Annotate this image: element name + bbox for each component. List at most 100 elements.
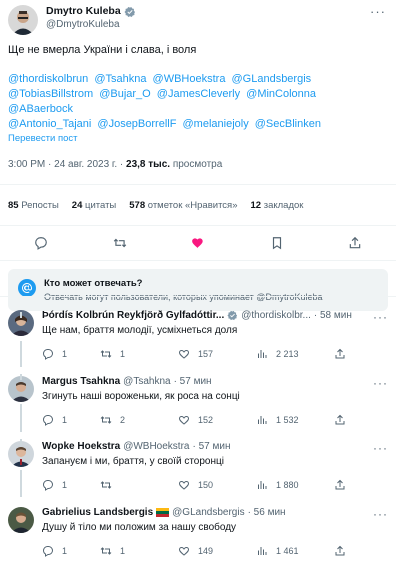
reply-author-name[interactable]: Þórdís Kolbrún Reykfjörð Gylfadóttir... bbox=[42, 310, 224, 321]
reply[interactable]: Gabrielius Landsbergis @GLandsbergis · 5… bbox=[0, 507, 396, 557]
reply-count[interactable]: 1 bbox=[42, 545, 100, 557]
share-button[interactable] bbox=[334, 545, 346, 557]
reply-author-handle[interactable]: @Tsahkna bbox=[123, 376, 170, 387]
author-handle[interactable]: @DmytroKuleba bbox=[46, 18, 136, 31]
mention-link[interactable]: @TobiasBillstrom bbox=[8, 88, 93, 100]
reply-time[interactable]: · 56 мин bbox=[248, 507, 286, 518]
views-count[interactable]: 1 880 bbox=[256, 479, 334, 491]
reply-body: Wopke Hoekstra @WBHoekstra · 57 мин Запа… bbox=[42, 441, 388, 467]
tweet-stats: 85 Репосты 24 цитаты 578 отметок «Нравит… bbox=[0, 185, 396, 225]
like-count[interactable]: 152 bbox=[178, 414, 256, 426]
views-chart-icon bbox=[258, 350, 267, 358]
stat-reposts[interactable]: 85 Репосты bbox=[8, 200, 59, 211]
mention-link[interactable]: @melaniejoly bbox=[183, 118, 249, 130]
stat-quotes[interactable]: 24 цитаты bbox=[72, 200, 116, 211]
translate-link[interactable]: Перевести пост bbox=[8, 133, 388, 144]
repost-icon[interactable] bbox=[113, 236, 127, 250]
reply-author-name[interactable]: Gabrielius Landsbergis bbox=[42, 507, 153, 518]
share-button[interactable] bbox=[334, 348, 346, 360]
mention-link[interactable]: @Bujar_O bbox=[99, 88, 151, 100]
reply-time[interactable]: · 58 мин bbox=[314, 310, 352, 321]
tweet-time[interactable]: 3:00 PM · 24 авг. 2023 г. · bbox=[8, 159, 126, 170]
more-options-icon[interactable]: ··· bbox=[368, 5, 388, 19]
reply-text: Ще нам, браття молодії, усміхнеться доля bbox=[42, 325, 238, 336]
reply-time[interactable]: · 57 мин bbox=[174, 376, 212, 387]
share-icon bbox=[335, 479, 345, 490]
tweet-actions bbox=[0, 226, 396, 260]
like-count[interactable]: 157 bbox=[178, 348, 256, 360]
reply-author-name[interactable]: Wopke Hoekstra bbox=[42, 441, 120, 452]
share-icon bbox=[335, 414, 345, 425]
mention-link[interactable]: @ABaerbock bbox=[8, 103, 73, 115]
divider bbox=[0, 296, 396, 297]
who-can-reply-desc: Отвечать могут пользователи, которых упо… bbox=[44, 292, 323, 302]
thread-line bbox=[20, 374, 22, 380]
reply-icon[interactable] bbox=[34, 236, 48, 250]
like-count[interactable]: 149 bbox=[178, 545, 256, 557]
like-icon bbox=[178, 480, 190, 490]
reply[interactable]: Þórdís Kolbrún Reykfjörð Gylfadóttir... … bbox=[0, 310, 396, 360]
reply-count[interactable]: 1 bbox=[42, 479, 100, 491]
share-button[interactable] bbox=[334, 414, 346, 426]
stat-bookmarks[interactable]: 12 закладок bbox=[251, 200, 304, 211]
mention-link[interactable]: @Tsahkna bbox=[94, 73, 146, 85]
more-options-icon[interactable]: ··· bbox=[373, 441, 388, 455]
reply-body: Margus Tsahkna @Tsahkna · 57 мин Згинуть… bbox=[42, 376, 388, 402]
reply-count[interactable]: 1 bbox=[42, 348, 100, 360]
thread-line bbox=[20, 439, 22, 445]
reply-text: Згинуть наші вороженьки, як роса на сонц… bbox=[42, 391, 240, 402]
like-icon[interactable] bbox=[191, 236, 205, 250]
tweet-text: Ще не вмерла України і слава, і воля bbox=[8, 44, 197, 56]
repost-count[interactable] bbox=[100, 479, 178, 491]
reply-author-handle[interactable]: @WBHoekstra bbox=[123, 441, 189, 452]
stat-likes[interactable]: 578 отметок «Нравится» bbox=[129, 200, 237, 211]
reply-meta: Wopke Hoekstra @WBHoekstra · 57 мин bbox=[42, 441, 388, 452]
share-button[interactable] bbox=[334, 479, 346, 491]
reply[interactable]: Margus Tsahkna @Tsahkna · 57 мин Згинуть… bbox=[0, 376, 396, 426]
author-name-text[interactable]: Dmytro Kuleba bbox=[46, 5, 121, 18]
more-options-icon[interactable]: ··· bbox=[373, 376, 388, 390]
mention-link[interactable]: @MinColonna bbox=[246, 88, 316, 100]
repost-icon bbox=[100, 416, 112, 424]
mention-link[interactable]: @SecBlinken bbox=[255, 118, 321, 130]
more-options-icon[interactable]: ··· bbox=[373, 507, 388, 521]
repost-count[interactable]: 2 bbox=[100, 414, 178, 426]
mention-link[interactable]: @Antonio_Tajani bbox=[8, 118, 91, 130]
reply-count[interactable]: 1 bbox=[42, 414, 100, 426]
reply-icon bbox=[42, 349, 54, 360]
reply[interactable]: Wopke Hoekstra @WBHoekstra · 57 мин Запа… bbox=[0, 441, 396, 491]
lithuania-flag-icon bbox=[156, 508, 170, 517]
who-can-reply-title: Кто может отвечать? bbox=[44, 278, 143, 289]
reply-author-name[interactable]: Margus Tsahkna bbox=[42, 376, 120, 387]
mention-link[interactable]: @GLandsbergis bbox=[232, 73, 312, 85]
reply-actions: 1 1 149 1 461 bbox=[42, 545, 388, 557]
reply-actions: 1 1 157 2 213 bbox=[42, 348, 388, 360]
author-name[interactable]: Dmytro Kuleba bbox=[46, 5, 136, 18]
share-icon[interactable] bbox=[348, 236, 362, 250]
bookmark-icon[interactable] bbox=[270, 236, 284, 250]
at-sign-icon bbox=[18, 279, 36, 297]
like-count[interactable]: 150 bbox=[178, 479, 256, 491]
reply-text: Душу й тіло ми положим за нашу свободу bbox=[42, 522, 237, 533]
views-count[interactable]: 1 532 bbox=[256, 414, 334, 426]
reply-head: Gabrielius Landsbergis @GLandsbergis · 5… bbox=[8, 507, 388, 533]
avatar[interactable] bbox=[8, 507, 34, 533]
more-options-icon[interactable]: ··· bbox=[373, 310, 388, 324]
repost-count[interactable]: 1 bbox=[100, 348, 178, 360]
repost-count[interactable]: 1 bbox=[100, 545, 178, 557]
thread-line bbox=[20, 312, 22, 318]
avatar[interactable] bbox=[8, 5, 38, 35]
views-count[interactable]: 1 461 bbox=[256, 545, 334, 557]
views-count[interactable]: 2 213 bbox=[256, 348, 334, 360]
mention-link[interactable]: @JosepBorrellF bbox=[97, 118, 176, 130]
mention-link[interactable]: @JamesCleverly bbox=[157, 88, 240, 100]
reply-author-handle[interactable]: @GLandsbergis bbox=[172, 507, 244, 518]
reply-author-handle[interactable]: @thordiskolbr... bbox=[241, 310, 311, 321]
reply-body: Þórdís Kolbrún Reykfjörð Gylfadóttir... … bbox=[42, 310, 388, 336]
reply-time[interactable]: · 57 мин bbox=[192, 441, 230, 452]
views-chart-icon bbox=[258, 416, 267, 424]
repost-icon bbox=[100, 350, 112, 358]
reply-body: Gabrielius Landsbergis @GLandsbergis · 5… bbox=[42, 507, 388, 533]
mention-link[interactable]: @WBHoekstra bbox=[153, 73, 226, 85]
mention-link[interactable]: @thordiskolbrun bbox=[8, 73, 88, 85]
